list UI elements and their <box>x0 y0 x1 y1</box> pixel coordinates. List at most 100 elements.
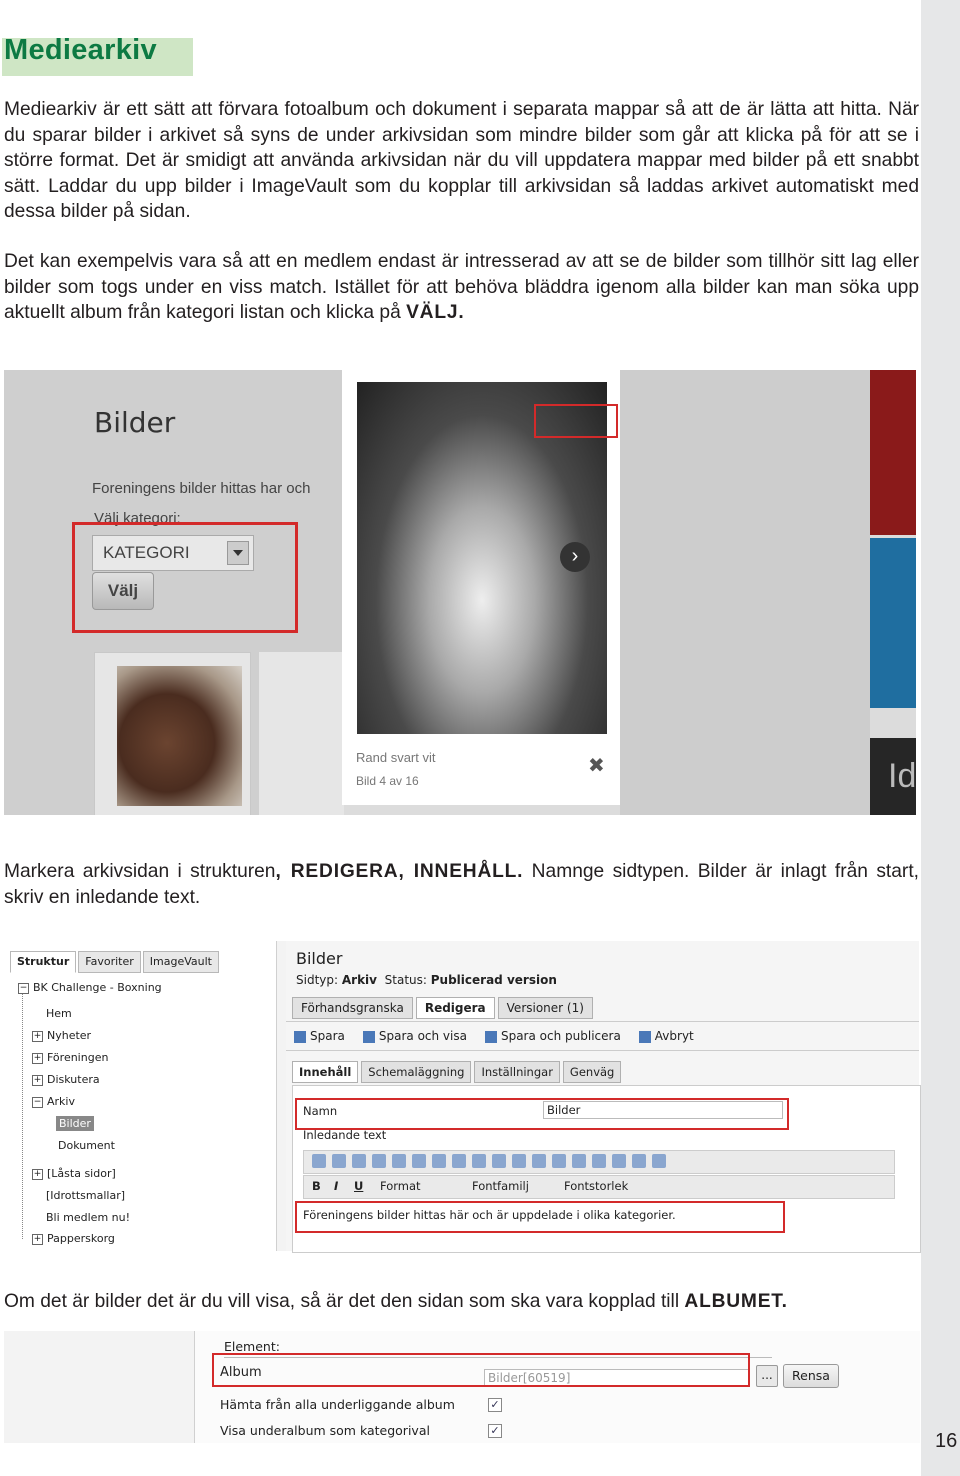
quote-icon[interactable] <box>332 1154 346 1168</box>
close-icon[interactable]: ✖ <box>588 753 605 778</box>
paste-word-icon[interactable] <box>452 1154 466 1168</box>
save-and-publish-button[interactable]: Spara och publicera <box>484 1029 621 1043</box>
element-label: Element: <box>224 1339 280 1354</box>
content-form: Namn Bilder Inledande text B I U Format … <box>292 1085 921 1253</box>
cancel-icon <box>638 1030 651 1043</box>
option-subalbums-checkbox[interactable]: ✓ <box>488 1424 502 1438</box>
status-label: Status: <box>384 973 427 987</box>
media-icon[interactable] <box>372 1154 386 1168</box>
tree-item-dokument[interactable]: Dokument <box>58 1139 115 1152</box>
anchor-icon[interactable] <box>312 1154 326 1168</box>
tree-item-arkiv[interactable]: − Arkiv <box>32 1095 75 1108</box>
table-row-icon[interactable] <box>512 1154 526 1168</box>
link-icon[interactable] <box>392 1154 406 1168</box>
intro-text-content[interactable]: Föreningens bilder hittas här och är upp… <box>303 1208 676 1222</box>
redo-icon[interactable] <box>612 1154 626 1168</box>
tab-struktur[interactable]: Struktur <box>10 951 77 973</box>
expand-icon[interactable]: + <box>32 1030 43 1042</box>
tree-item-lasta-sidor[interactable]: + [Låsta sidor] <box>32 1167 116 1180</box>
tab-settings[interactable]: Inställningar <box>474 1061 560 1083</box>
page-type-status: Sidtyp: Arkiv Status: Publicerad version <box>296 973 557 987</box>
expand-icon[interactable]: + <box>32 1233 43 1245</box>
cancel-button[interactable]: Avbryt <box>638 1029 694 1043</box>
lightbox-caption: Rand svart vit <box>356 750 436 765</box>
tree-item-bilder[interactable]: Bilder <box>56 1116 94 1131</box>
tree-item-hem[interactable]: Hem <box>46 1007 72 1020</box>
category-paragraph-bold: VÄLJ. <box>406 302 465 323</box>
undo-icon[interactable] <box>592 1154 606 1168</box>
sidtyp-value: Arkiv <box>341 973 377 987</box>
tree-item-papperskorg[interactable]: + Papperskorg <box>32 1232 115 1245</box>
expand-icon[interactable]: + <box>32 1168 43 1180</box>
editor-toolbar-row2: B I U Format Fontfamilj Fontstorlek <box>303 1175 895 1199</box>
option-subalbums-label: Visa underalbum som kategorival <box>220 1423 430 1438</box>
merge-cells-icon[interactable] <box>552 1154 566 1168</box>
action-toolbar: Spara Spara och visa Spara och publicera… <box>286 1021 919 1051</box>
page-margin-strip <box>921 0 960 1476</box>
save-and-view-button[interactable]: Spara och visa <box>362 1029 467 1043</box>
collapse-icon[interactable]: − <box>18 982 29 994</box>
collapse-icon[interactable]: − <box>32 1096 43 1108</box>
font-size-select[interactable]: Fontstorlek <box>564 1179 628 1193</box>
bold-icon[interactable]: B <box>312 1179 321 1193</box>
editor-icons <box>312 1154 666 1168</box>
highlight-box-name <box>295 1098 789 1130</box>
browse-button[interactable]: ... <box>756 1365 778 1387</box>
highlight-box-album <box>212 1353 750 1387</box>
italic-icon[interactable]: I <box>334 1179 338 1193</box>
split-cells-icon[interactable] <box>572 1154 586 1168</box>
next-arrow-icon[interactable]: › <box>560 542 590 572</box>
edit-panel: Bilder Sidtyp: Arkiv Status: Publicerad … <box>286 941 921 1253</box>
side-banner-blue <box>870 538 916 708</box>
paste-text-icon[interactable] <box>432 1154 446 1168</box>
structure-tree-panel: Struktur Favoriter ImageVault − BK Challe… <box>4 941 277 1251</box>
tab-preview[interactable]: Förhandsgranska <box>292 997 413 1019</box>
tab-shortcut[interactable]: Genväg <box>562 1061 622 1083</box>
tab-content[interactable]: Innehåll <box>292 1061 359 1083</box>
tree-item-bli-medlem[interactable]: Bli medlem nu! <box>46 1211 130 1224</box>
editor-toolbar-row1 <box>303 1150 895 1174</box>
category-paragraph: Det kan exempelvis vara så att en medlem… <box>4 249 919 326</box>
album-screenshot: Element: Album Bilder[60519] ... Rensa H… <box>4 1331 920 1443</box>
tree-item-root[interactable]: − BK Challenge - Boxning <box>18 981 162 994</box>
content-tabs: Innehåll Schemaläggning Inställningar Ge… <box>292 1061 622 1083</box>
tab-edit[interactable]: Redigera <box>415 997 495 1019</box>
expand-icon[interactable]: + <box>32 1052 43 1064</box>
format-select[interactable]: Format <box>380 1179 421 1193</box>
underline-icon[interactable]: U <box>354 1179 363 1193</box>
save-view-icon <box>362 1030 375 1043</box>
tab-versions[interactable]: Versioner (1) <box>497 997 593 1019</box>
tab-imagevault[interactable]: ImageVault <box>142 951 219 973</box>
table-col-icon[interactable] <box>532 1154 546 1168</box>
clear-button[interactable]: Rensa <box>783 1364 839 1388</box>
tree-item-diskutera[interactable]: + Diskutera <box>32 1073 100 1086</box>
expand-icon[interactable]: + <box>32 1074 43 1086</box>
edit-paragraph-text-a: Markera arkivsidan i strukturen <box>4 861 276 882</box>
tab-favoriter[interactable]: Favoriter <box>78 951 141 973</box>
option-all-albums-checkbox[interactable]: ✓ <box>488 1398 502 1412</box>
tree-item-foreningen[interactable]: + Föreningen <box>32 1051 108 1064</box>
boxing-gloves-thumbnail[interactable] <box>117 666 242 806</box>
side-banner-dark: Id <box>870 738 916 815</box>
table-icon[interactable] <box>492 1154 506 1168</box>
save-button[interactable]: Spara <box>294 1029 345 1043</box>
edit-icon[interactable] <box>472 1154 486 1168</box>
album-paragraph-bold: ALBUMET. <box>684 1291 788 1312</box>
unlink-icon[interactable] <box>412 1154 426 1168</box>
page-title: Mediearkiv <box>4 34 157 66</box>
edit-paragraph: Markera arkivsidan i strukturen, REDIGER… <box>4 859 919 910</box>
font-family-select[interactable]: Fontfamilj <box>472 1179 529 1193</box>
edit-mode-tabs: Förhandsgranska Redigera Versioner (1) <box>292 997 593 1019</box>
background-area <box>620 370 870 815</box>
thumbnail-frame-2[interactable] <box>259 652 344 815</box>
tree-item-nyheter[interactable]: + Nyheter <box>32 1029 91 1042</box>
search-icon[interactable] <box>652 1154 666 1168</box>
image-icon[interactable] <box>352 1154 366 1168</box>
side-banner-red <box>870 370 916 535</box>
highlight-box-top <box>534 404 618 438</box>
html-icon[interactable] <box>632 1154 646 1168</box>
tab-scheduling[interactable]: Schemaläggning <box>361 1061 472 1083</box>
page-number: 16 <box>935 1430 958 1452</box>
tree-connector <box>22 991 23 1239</box>
tree-item-idrottsmallar[interactable]: [Idrottsmallar] <box>46 1189 125 1202</box>
